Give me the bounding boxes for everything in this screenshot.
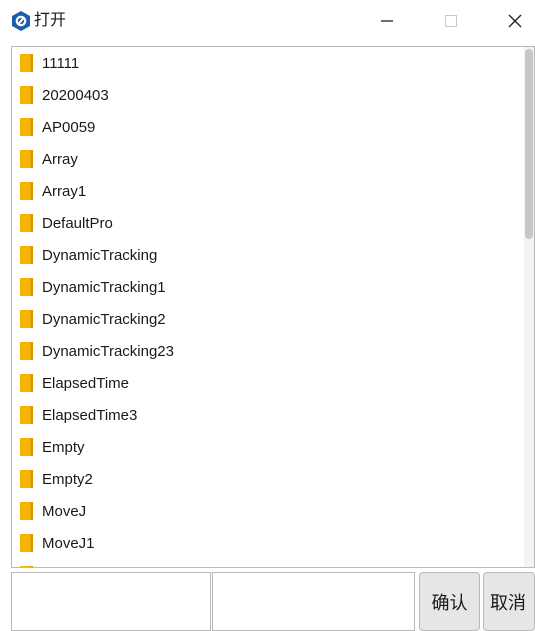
list-item[interactable]: ElapsedTime3 — [12, 399, 526, 431]
folder-icon — [20, 565, 34, 567]
list-item-label: MoveJ — [42, 502, 87, 520]
maximize-icon — [445, 15, 457, 27]
list-item[interactable]: DynamicTracking23 — [12, 335, 526, 367]
close-icon — [508, 14, 522, 28]
list-item[interactable]: DynamicTracking1 — [12, 271, 526, 303]
list-item-label: Empty — [42, 438, 85, 456]
list-item-label: ElapsedTime3 — [42, 406, 138, 424]
folder-icon — [20, 469, 34, 489]
list-item-label: Array1 — [42, 182, 87, 200]
list-item[interactable]: 11111 — [12, 47, 526, 79]
filename-input[interactable] — [11, 572, 211, 631]
folder-icon — [20, 277, 34, 297]
list-item[interactable]: DynamicTracking — [12, 239, 526, 271]
list-item[interactable]: MoveJ — [12, 495, 526, 527]
app-logo-icon — [12, 11, 30, 31]
list-item[interactable]: 20200403 — [12, 79, 526, 111]
file-list-items: 11111 20200403 AP0059 Array Array1 DefaultPro… — [12, 47, 526, 567]
title-bar[interactable]: 打开 — [0, 0, 535, 42]
list-item[interactable]: Array — [12, 143, 526, 175]
folder-icon — [20, 437, 34, 457]
list-item-label: 20200403 — [42, 86, 109, 104]
list-item-label: MoveJ1 — [42, 534, 95, 552]
window-title: 打开 — [34, 12, 67, 29]
vertical-scrollbar[interactable] — [524, 47, 534, 567]
list-item[interactable]: DefaultPro — [12, 207, 526, 239]
open-dialog: 打开 11111 20200403 AP0059 Array Array1 Default… — [0, 0, 535, 631]
close-button[interactable] — [490, 0, 535, 42]
list-item-label: 11111 — [42, 54, 80, 72]
list-item-label: DynamicTracking — [42, 246, 158, 264]
list-item[interactable]: DynamicTracking2 — [12, 303, 526, 335]
folder-icon — [20, 149, 34, 169]
folder-icon — [20, 309, 34, 329]
list-item-label: Array — [42, 150, 78, 168]
list-item[interactable] — [12, 559, 526, 567]
folder-icon — [20, 213, 34, 233]
list-item-label: AP0059 — [42, 118, 96, 136]
list-item[interactable]: Empty — [12, 431, 526, 463]
folder-icon — [20, 501, 34, 521]
list-item[interactable]: Array1 — [12, 175, 526, 207]
confirm-button[interactable]: 确认 — [419, 572, 480, 631]
folder-icon — [20, 245, 34, 265]
minimize-button[interactable] — [362, 0, 412, 42]
folder-icon — [20, 341, 34, 361]
list-item-label: DefaultPro — [42, 214, 113, 232]
list-item[interactable]: ElapsedTime — [12, 367, 526, 399]
folder-icon — [20, 117, 34, 137]
folder-icon — [20, 533, 34, 553]
maximize-button[interactable] — [426, 0, 476, 42]
list-item[interactable]: Empty2 — [12, 463, 526, 495]
folder-icon — [20, 53, 34, 73]
cancel-button[interactable]: 取消 — [483, 572, 535, 631]
filetype-input[interactable] — [212, 572, 415, 631]
list-item-label: DynamicTracking23 — [42, 342, 174, 360]
folder-icon — [20, 181, 34, 201]
scrollbar-thumb[interactable] — [525, 49, 533, 239]
list-item-label: ElapsedTime — [42, 374, 129, 392]
file-list[interactable]: 11111 20200403 AP0059 Array Array1 DefaultPro… — [11, 46, 535, 568]
folder-icon — [20, 405, 34, 425]
list-item-label: DynamicTracking2 — [42, 310, 166, 328]
list-item-label: Empty2 — [42, 470, 93, 488]
list-item-label: DynamicTracking1 — [42, 278, 166, 296]
folder-icon — [20, 373, 34, 393]
folder-icon — [20, 85, 34, 105]
list-item[interactable]: AP0059 — [12, 111, 526, 143]
list-item[interactable]: MoveJ1 — [12, 527, 526, 559]
minimize-icon — [381, 20, 393, 22]
